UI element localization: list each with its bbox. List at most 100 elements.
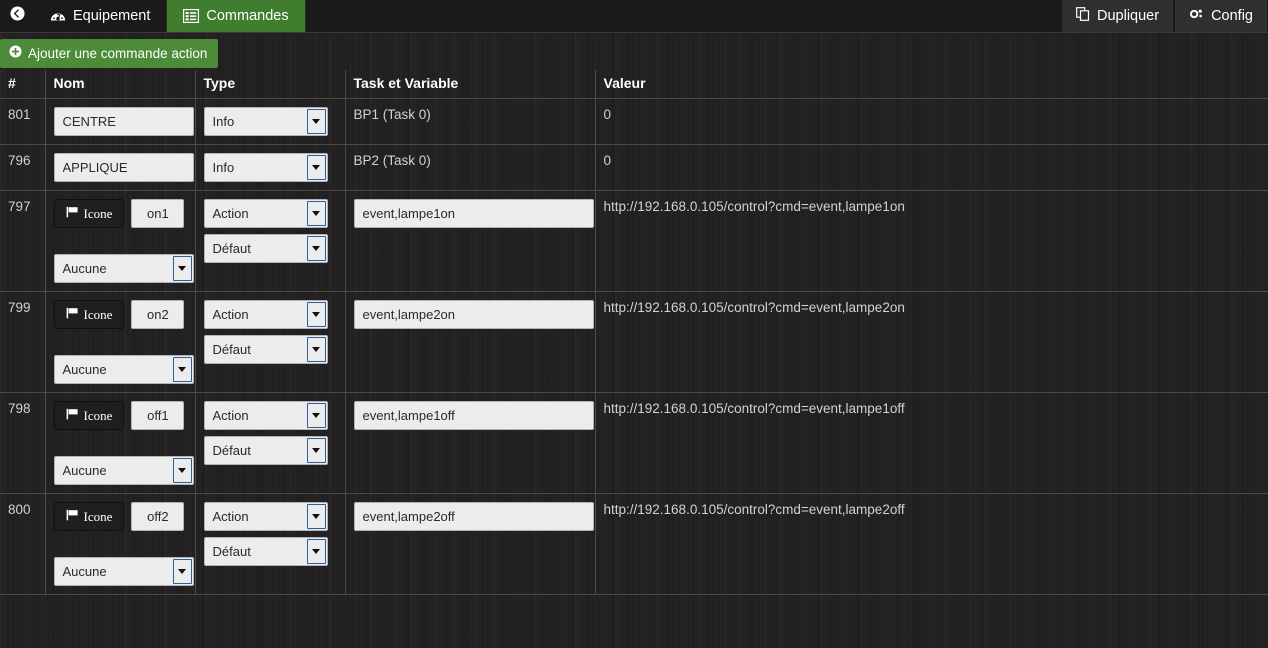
type-select[interactable]: Info bbox=[203, 107, 328, 136]
icon-select[interactable]: Aucune bbox=[53, 355, 194, 384]
back-button[interactable] bbox=[0, 0, 34, 32]
dupliquer-button[interactable]: Dupliquer bbox=[1061, 0, 1175, 32]
config-button[interactable]: Config bbox=[1174, 0, 1268, 32]
chevron-down-icon bbox=[306, 504, 326, 529]
nom-input[interactable] bbox=[131, 502, 185, 531]
valeur-text: http://192.168.0.105/control?cmd=event,l… bbox=[603, 401, 905, 416]
tab-equipement[interactable]: Equipement bbox=[34, 0, 168, 32]
icon-select[interactable]: Aucune bbox=[53, 557, 194, 586]
icon-select-value: Aucune bbox=[62, 261, 107, 276]
icone-button[interactable]: Icone bbox=[53, 401, 125, 430]
task-variable-cell: BP1 (Task 0) bbox=[345, 98, 596, 145]
row-id: 800 bbox=[0, 493, 46, 595]
add-action-command-label: Ajouter une commande action bbox=[28, 45, 208, 61]
row-id: 798 bbox=[0, 392, 46, 494]
dupliquer-label: Dupliquer bbox=[1097, 8, 1160, 24]
tab-commandes[interactable]: Commandes bbox=[167, 0, 306, 32]
icon-select[interactable]: Aucune bbox=[53, 456, 194, 485]
nom-cell: Icone Aucune bbox=[45, 392, 196, 494]
table-row: 796 Info BP2 (Task 0) 0 bbox=[0, 144, 1268, 191]
table-body: 801 Info BP1 (Task 0) 0 796 Info BP2 (Task 0) 0… bbox=[0, 98, 1268, 595]
table-row: 799 Icone Aucune Action Défaut http://192.168… bbox=[0, 291, 1268, 393]
icone-button-label: Icone bbox=[83, 306, 113, 322]
add-action-command-button[interactable]: Ajouter une commande action bbox=[0, 39, 219, 68]
icon-select[interactable]: Aucune bbox=[53, 254, 194, 283]
table-row: 800 Icone Aucune Action Défaut http://192.168… bbox=[0, 493, 1268, 595]
icone-button[interactable]: Icone bbox=[53, 300, 125, 329]
valeur-text: http://192.168.0.105/control?cmd=event,l… bbox=[603, 300, 905, 315]
valeur-cell: http://192.168.0.105/control?cmd=event,l… bbox=[595, 190, 1268, 292]
chevron-down-icon bbox=[306, 403, 326, 428]
column-header-valeur: Valeur bbox=[595, 70, 1268, 99]
nom-cell bbox=[45, 98, 196, 145]
chevron-down-icon bbox=[306, 438, 326, 463]
type-select[interactable]: Action bbox=[203, 300, 328, 329]
nom-input[interactable] bbox=[131, 401, 185, 430]
icon-select-value: Aucune bbox=[62, 463, 107, 478]
type-select[interactable]: Action bbox=[203, 401, 328, 430]
chevron-down-icon bbox=[306, 337, 326, 362]
subtype-select[interactable]: Défaut bbox=[203, 537, 328, 566]
nom-input[interactable] bbox=[53, 153, 194, 182]
task-variable-cell: BP2 (Task 0) bbox=[345, 144, 596, 191]
valeur-cell: http://192.168.0.105/control?cmd=event,l… bbox=[595, 493, 1268, 595]
nom-input[interactable] bbox=[131, 300, 185, 329]
chevron-down-icon bbox=[306, 155, 326, 180]
subtype-select-value: Défaut bbox=[212, 342, 251, 357]
row-id: 796 bbox=[0, 144, 46, 191]
icon-select-value: Aucune bbox=[62, 564, 107, 579]
valeur-text: 0 bbox=[603, 107, 612, 122]
valeur-text: http://192.168.0.105/control?cmd=event,l… bbox=[603, 502, 905, 517]
type-select[interactable]: Action bbox=[203, 199, 328, 228]
type-cell: Action Défaut bbox=[195, 190, 346, 292]
type-select-value: Action bbox=[212, 206, 249, 221]
chevron-down-icon bbox=[306, 109, 326, 134]
column-header-nom: Nom bbox=[45, 70, 196, 99]
task-variable-cell bbox=[345, 190, 596, 292]
icone-button-label: Icone bbox=[83, 407, 113, 423]
nom-input[interactable] bbox=[131, 199, 185, 228]
commands-table: # Nom Type Task et Variable Valeur 801 In… bbox=[0, 70, 1268, 595]
type-select[interactable]: Action bbox=[203, 502, 328, 531]
tab-bar: Equipement Commandes Dupliquer Config bbox=[0, 0, 1268, 33]
task-variable-input[interactable] bbox=[353, 199, 594, 228]
plus-circle-icon bbox=[9, 45, 22, 61]
subtype-select-value: Défaut bbox=[212, 241, 251, 256]
top-right-buttons: Dupliquer Config bbox=[1061, 0, 1268, 32]
gear-icon bbox=[1189, 7, 1204, 25]
row-id: 801 bbox=[0, 98, 46, 145]
type-select-value: Action bbox=[212, 509, 249, 524]
subtype-select[interactable]: Défaut bbox=[203, 335, 328, 364]
task-variable-input[interactable] bbox=[353, 300, 594, 329]
icone-button[interactable]: Icone bbox=[53, 199, 125, 228]
subtype-select[interactable]: Défaut bbox=[203, 234, 328, 263]
type-cell: Info bbox=[195, 144, 346, 191]
chevron-down-icon bbox=[306, 539, 326, 564]
task-variable-input[interactable] bbox=[353, 502, 594, 531]
task-variable-input[interactable] bbox=[353, 401, 594, 430]
flag-icon bbox=[66, 307, 79, 323]
nom-cell: Icone Aucune bbox=[45, 190, 196, 292]
type-cell: Action Défaut bbox=[195, 291, 346, 393]
table-row: 801 Info BP1 (Task 0) 0 bbox=[0, 98, 1268, 145]
type-select[interactable]: Info bbox=[203, 153, 328, 182]
type-select-value: Info bbox=[212, 160, 235, 175]
toolbar: Ajouter une commande action bbox=[0, 33, 1268, 70]
task-variable-text: BP2 (Task 0) bbox=[353, 153, 431, 168]
valeur-text: http://192.168.0.105/control?cmd=event,l… bbox=[603, 199, 905, 214]
dashboard-icon bbox=[50, 9, 66, 23]
task-variable-cell bbox=[345, 392, 596, 494]
chevron-down-icon bbox=[306, 201, 326, 226]
icone-button[interactable]: Icone bbox=[53, 502, 125, 531]
chevron-down-icon bbox=[172, 357, 192, 382]
chevron-down-icon bbox=[172, 559, 192, 584]
subtype-select[interactable]: Défaut bbox=[203, 436, 328, 465]
type-select-value: Action bbox=[212, 307, 249, 322]
row-id: 799 bbox=[0, 291, 46, 393]
flag-icon bbox=[66, 509, 79, 525]
icon-select-value: Aucune bbox=[62, 362, 107, 377]
table-row: 797 Icone Aucune Action Défaut http://192.168… bbox=[0, 190, 1268, 292]
nom-input[interactable] bbox=[53, 107, 194, 136]
flag-icon bbox=[66, 408, 79, 424]
config-label: Config bbox=[1211, 8, 1253, 24]
